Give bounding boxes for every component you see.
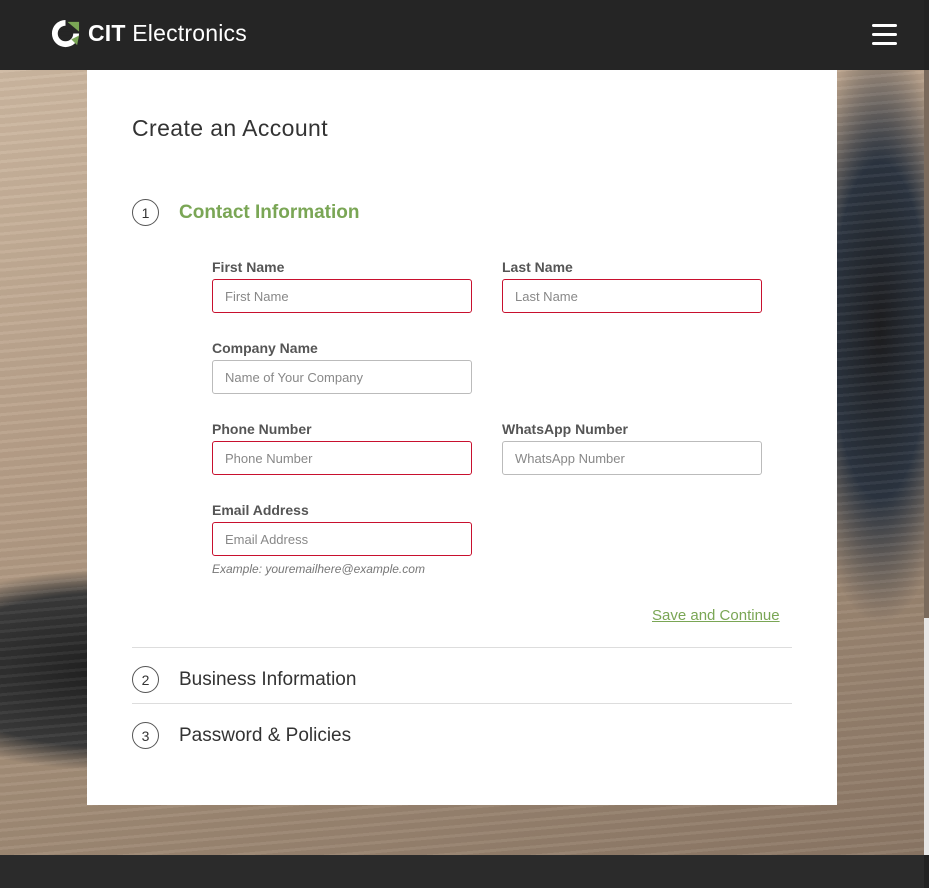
cit-logo-icon (51, 19, 80, 48)
email-address-group: Email Address (212, 502, 472, 556)
hamburger-icon[interactable] (872, 24, 897, 46)
scrollbar-thumb[interactable] (924, 618, 929, 855)
divider (132, 647, 792, 648)
email-address-label: Email Address (212, 502, 309, 518)
step-number: 1 (132, 199, 159, 226)
step-number: 2 (132, 666, 159, 693)
top-navbar: CIT Electronics (0, 0, 924, 70)
phone-number-group: Phone Number (212, 421, 472, 475)
step-title: Business Information (179, 668, 357, 690)
company-name-label: Company Name (212, 340, 318, 356)
email-hint: Example: youremailhere@example.com (212, 562, 425, 576)
last-name-label: Last Name (502, 259, 573, 275)
first-name-group: First Name (212, 259, 472, 313)
brand-name: CIT Electronics (88, 20, 247, 46)
last-name-input[interactable] (502, 279, 762, 313)
company-name-input[interactable] (212, 360, 472, 394)
phone-number-input[interactable] (212, 441, 472, 475)
step-password-policies[interactable]: 3 Password & Policies (132, 722, 351, 749)
step-business-information[interactable]: 2 Business Information (132, 666, 356, 693)
divider (132, 703, 792, 704)
phone-number-label: Phone Number (212, 421, 312, 437)
whatsapp-number-label: WhatsApp Number (502, 421, 628, 437)
footer (0, 855, 924, 888)
scrollbar[interactable] (924, 70, 929, 855)
company-name-group: Company Name (212, 340, 472, 394)
first-name-input[interactable] (212, 279, 472, 313)
whatsapp-number-input[interactable] (502, 441, 762, 475)
first-name-label: First Name (212, 259, 285, 275)
brand-logo[interactable]: CIT Electronics (50, 18, 247, 49)
step-title: Contact Information (179, 201, 360, 223)
step-title: Password & Policies (179, 724, 352, 746)
save-and-continue-link[interactable]: Save and Continue (652, 607, 780, 624)
step-contact-information[interactable]: 1 Contact Information (132, 199, 360, 226)
page-title: Create an Account (132, 115, 329, 141)
step-number: 3 (132, 722, 159, 749)
last-name-group: Last Name (502, 259, 762, 313)
account-form-card: Create an Account 1 Contact Information … (87, 70, 837, 805)
whatsapp-number-group: WhatsApp Number (502, 421, 762, 475)
email-address-input[interactable] (212, 522, 472, 556)
